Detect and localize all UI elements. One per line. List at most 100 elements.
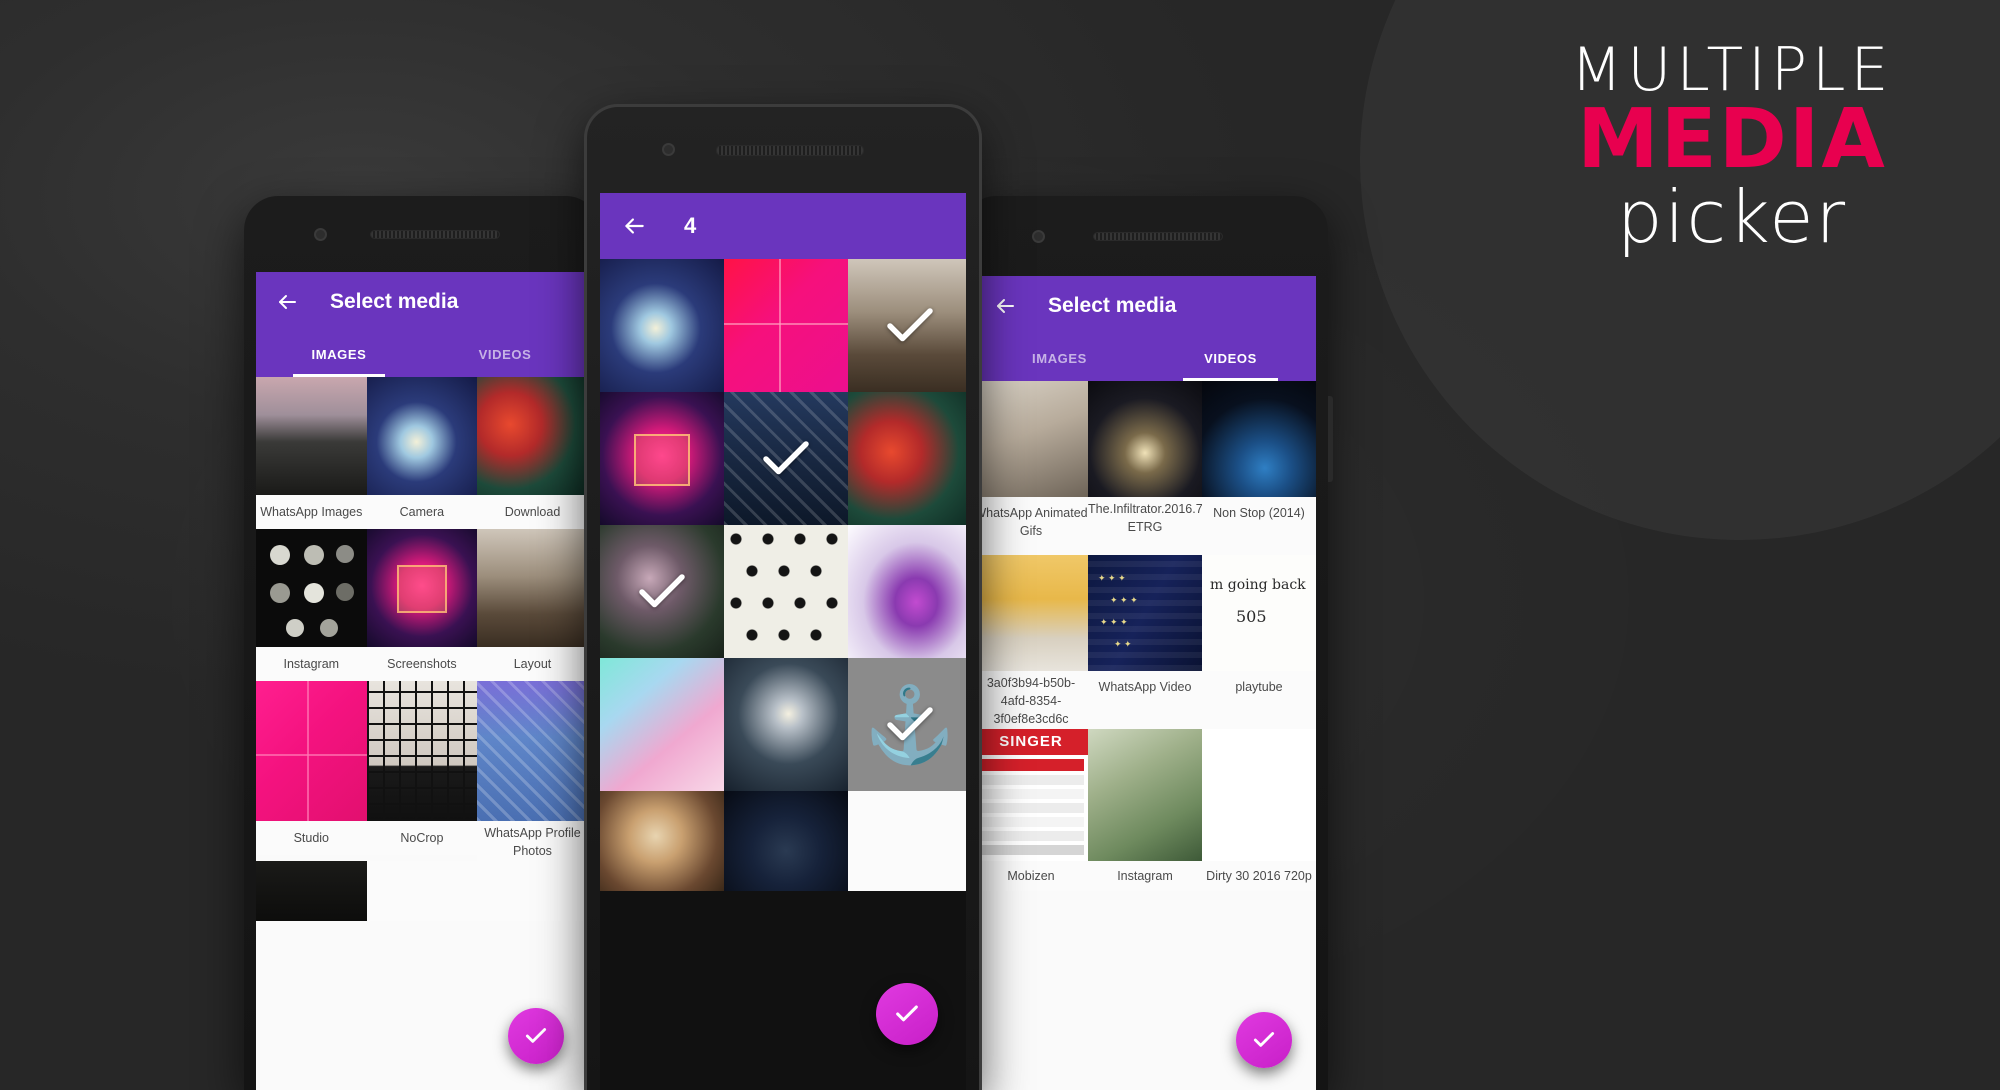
left-folder-grid: WhatsApp Images Camera Download Instagra… [256,377,588,921]
folder-cell[interactable]: WhatsApp Animated Gifs [974,381,1088,555]
phone-right-screen: Select media IMAGES VIDEOS WhatsApp Anim… [974,276,1316,1090]
folder-cell[interactable]: Instagram [256,529,367,681]
folder-cell[interactable]: ✦ ✦ ✦ ✦ ✦ ✦ ✦ ✦ ✦ ✦ ✦ WhatsApp Video [1088,555,1202,729]
photo-cell[interactable] [848,791,966,891]
arrow-left-icon[interactable] [616,208,652,244]
folder-label: The.Infiltrator.2016.720p.BRRip.x264.AAC… [1088,497,1202,555]
center-photo-grid: ⚓ [600,259,966,891]
earpiece-speaker [370,229,500,239]
photo-cell-selected[interactable] [724,392,848,525]
center-appbar: 4 [600,193,966,259]
photo-cell[interactable] [600,259,724,392]
selected-check-overlay [600,525,724,658]
folder-thumbnail [1088,729,1202,861]
folder-cell[interactable]: Instagram [1088,729,1202,891]
photo-cell[interactable] [848,392,966,525]
right-appbar-title: Select media [1048,294,1177,317]
folder-cell[interactable]: 3a0f3b94-b50b-4afd-8354-3f0ef8e3cd6c [974,555,1088,729]
check-icon [763,440,809,474]
photo-cell[interactable] [724,259,848,392]
folder-cell[interactable] [366,861,478,921]
left-tabbar: IMAGES VIDEOS [256,332,588,377]
photo-cell[interactable] [600,791,724,891]
tab-videos[interactable]: VIDEOS [422,332,588,377]
tab-images[interactable]: IMAGES [974,336,1145,381]
folder-thumbnail [256,377,367,495]
photo-cell[interactable] [848,525,966,658]
handwriting-line-1: m going back [1210,577,1306,593]
folder-cell[interactable]: Camera [366,377,478,529]
folder-cell[interactable]: Dirty 30 2016 720p [1202,729,1316,891]
folder-thumbnail [477,861,588,921]
folder-cell[interactable] [477,861,588,921]
earpiece-speaker [716,144,864,156]
folder-label: Layout [477,647,588,681]
arrow-left-icon[interactable] [988,289,1022,323]
arrow-left-icon[interactable] [270,285,304,319]
folder-thumbnail [477,377,588,495]
folder-cell[interactable]: NoCrop [366,681,478,861]
folder-thumbnail [366,377,478,495]
phone-right-bezel [974,196,1316,276]
folder-label: Studio [256,821,367,855]
folder-cell[interactable] [256,861,367,921]
photo-cell[interactable] [600,392,724,525]
check-icon [887,307,933,341]
phone-left-bezel [256,196,588,272]
right-appbar: Select media [974,276,1316,336]
folder-cell[interactable]: SINGER Mobizen [974,729,1088,891]
folder-label: NoCrop [366,821,478,855]
folder-thumbnail [974,381,1088,497]
selected-check-overlay [848,259,966,392]
earpiece-speaker [1093,231,1223,241]
confirm-fab-button[interactable] [508,1008,564,1064]
photo-cell[interactable] [724,658,848,791]
confirm-fab-button[interactable] [876,983,938,1045]
folder-label: Mobizen [974,861,1088,891]
folder-cell[interactable]: Download [477,377,588,529]
folder-label: Instagram [1088,861,1202,891]
folder-label: WhatsApp Images [256,495,367,529]
phone-left-screen: Select media IMAGES VIDEOS WhatsApp Imag… [256,272,588,1090]
folder-cell[interactable]: Screenshots [366,529,478,681]
folder-label: playtube [1202,671,1316,729]
logo-line-picker: picker [1616,174,1848,259]
tab-videos-label: VIDEOS [478,347,532,362]
folder-thumbnail: ✦ ✦ ✦ ✦ ✦ ✦ ✦ ✦ ✦ ✦ ✦ [1088,555,1202,671]
front-camera-icon [1032,230,1045,243]
brand-logo: MULTIPLE MEDIA picker [1522,39,1942,259]
folder-cell[interactable]: Studio [256,681,367,861]
tab-images[interactable]: IMAGES [256,332,422,377]
phone-center-screen: 4 ⚓ [600,193,966,1090]
photo-cell-selected[interactable] [848,259,966,392]
folder-label: Camera [366,495,478,529]
anchor-icon: ⚓ [863,682,957,766]
folder-label: Download [477,495,588,529]
check-icon [896,1005,918,1022]
check-icon [1253,1032,1275,1047]
folder-cell[interactable]: Non Stop (2014) [1202,381,1316,555]
folder-cell[interactable]: WhatsApp Profile Photos [477,681,588,861]
power-button[interactable] [1328,396,1333,482]
folder-thumbnail: SINGER [974,729,1088,861]
folder-thumbnail [256,529,367,647]
photo-cell[interactable] [724,525,848,658]
tab-videos[interactable]: VIDEOS [1145,336,1316,381]
singer-banner: SINGER [974,729,1088,755]
folder-thumbnail [1088,381,1202,497]
folder-cell[interactable]: The.Infiltrator.2016.720p.BRRip.x264.AAC… [1088,381,1202,555]
folder-thumbnail [1202,381,1316,497]
folder-cell[interactable]: WhatsApp Images [256,377,367,529]
photo-cell-selected[interactable] [600,525,724,658]
folder-cell[interactable]: m going back 505 playtube [1202,555,1316,729]
folder-thumbnail [256,681,367,821]
phone-center-bezel [600,107,966,193]
folder-label: WhatsApp Video [1088,671,1202,729]
confirm-fab-button[interactable] [1236,1012,1292,1068]
tab-images-label: IMAGES [1032,351,1087,366]
folder-cell[interactable]: Layout [477,529,588,681]
photo-cell[interactable] [724,791,848,891]
folder-label: Screenshots [366,647,478,681]
photo-cell-selected[interactable]: ⚓ [848,658,966,791]
photo-cell[interactable] [600,658,724,791]
